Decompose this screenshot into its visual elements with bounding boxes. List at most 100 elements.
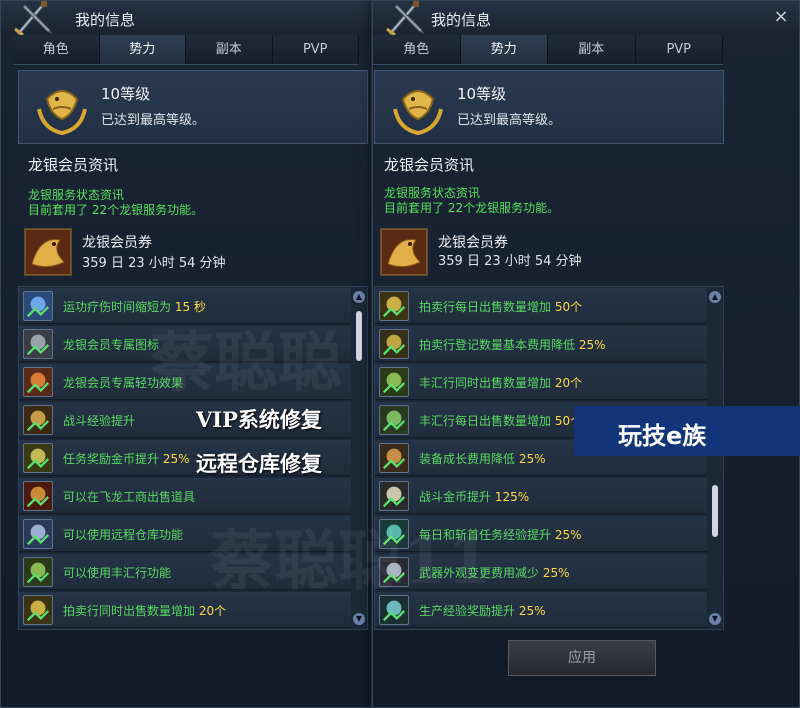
benefit-text: 可以使用丰汇行功能 — [63, 564, 171, 581]
benefit-text: 丰汇行每日出售数量增加 50个 — [419, 412, 582, 429]
level-title-right: 10等级 — [457, 85, 507, 103]
scroll-thumb-left[interactable] — [356, 311, 362, 361]
watermark-top: 蔡聪聪 — [150, 326, 342, 401]
tab-faction[interactable]: 势力 — [99, 35, 186, 64]
benefit-text: 拍卖行登记数量基本费用降低 25% — [419, 336, 606, 353]
tab-pvp[interactable]: PVP — [635, 35, 723, 64]
vip-heading-right: 龙银会员资讯 — [384, 156, 475, 174]
benefit-label: 任务奖励金币提升 — [63, 452, 163, 466]
vip-status-line1-right: 龙银服务状态资讯 — [384, 186, 481, 200]
scroll-down-arrow-icon[interactable]: ▼ — [353, 613, 365, 625]
watermark-bottom: 蔡聪聪11 — [210, 524, 492, 599]
overlay-caption-warehouse: 远程仓库修复 — [196, 451, 322, 476]
window-title: 我的信息 — [75, 11, 136, 29]
level-box-left: 10等级 已达到最高等级。 — [18, 70, 368, 144]
benefit-label: 装备成长费用降低 — [419, 452, 519, 466]
benefit-text: 可以使用远程仓库功能 — [63, 526, 183, 543]
benefit-text: 可以在飞龙工商出售道具 — [63, 488, 195, 505]
qinggong-icon — [23, 367, 53, 397]
coupon-name-left: 龙银会员券 — [82, 235, 152, 251]
level-title: 10等级 — [101, 85, 151, 103]
benefit-row: 战斗金币提升 125% — [375, 478, 707, 514]
vip-status-line2-right: 目前套用了 22个龙银服务功能。 — [384, 201, 560, 215]
tab-character[interactable]: 角色 — [13, 35, 100, 64]
coupon-name-right: 龙银会员券 — [438, 235, 508, 251]
overlay-caption-vip: VIP系统修复 — [196, 407, 322, 432]
exp-icon — [23, 405, 53, 435]
benefit-value: 25% — [554, 528, 582, 542]
tab-faction[interactable]: 势力 — [460, 35, 548, 64]
benefit-label: 拍卖行登记数量基本费用降低 — [419, 338, 579, 352]
gold-icon — [23, 443, 53, 473]
level-subtitle-right: 已达到最高等级。 — [457, 113, 562, 128]
benefit-text: 拍卖行同时出售数量增加 20个 — [63, 602, 226, 619]
merchant-icon — [23, 557, 53, 587]
scroll-thumb-right[interactable] — [712, 485, 718, 537]
benefit-label: 拍卖行每日出售数量增加 — [419, 300, 555, 314]
tab-bar: 角色 势力 副本 PVP — [13, 35, 359, 65]
scroll-up-arrow-icon[interactable]: ▲ — [709, 291, 721, 303]
benefit-text: 任务奖励金币提升 25% — [63, 450, 190, 467]
member-badge-icon — [23, 329, 53, 359]
benefit-label: 丰汇行每日出售数量增加 — [419, 414, 555, 428]
tab-character[interactable]: 角色 — [373, 35, 461, 64]
benefit-label: 可以在飞龙工商出售道具 — [63, 490, 196, 504]
benefit-value: 25% — [578, 338, 606, 352]
auction-icon — [23, 595, 53, 625]
benefit-value: 25% — [518, 452, 546, 466]
crossed-swords-icon — [14, 1, 53, 37]
growth-icon — [379, 443, 409, 473]
benefit-value: 50个 — [554, 300, 583, 314]
dragon-merchant-icon — [23, 481, 53, 511]
benefit-label: 拍卖行同时出售数量增加 — [63, 604, 199, 618]
vip-coupon-icon — [24, 228, 72, 276]
tab-dungeon[interactable]: 副本 — [186, 35, 273, 64]
benefit-row: 丰汇行同时出售数量增加 20个 — [375, 364, 707, 400]
benefit-label: 生产经验奖励提升 — [419, 604, 519, 618]
vip-status-line2-left: 目前套用了 22个龙银服务功能。 — [28, 203, 204, 217]
level-box-right: 10等级 已达到最高等级。 — [374, 70, 724, 144]
level-subtitle: 已达到最高等级。 — [101, 113, 206, 128]
benefit-text: 生产经验奖励提升 25% — [419, 602, 546, 619]
benefit-text: 拍卖行每日出售数量增加 50个 — [419, 298, 582, 315]
scroll-up-arrow-icon[interactable]: ▲ — [353, 291, 365, 303]
benefit-label: 龙银会员专属图标 — [63, 338, 160, 352]
coupon-time-left: 359 日 23 小时 54 分钟 — [82, 256, 226, 271]
apply-button[interactable]: 应用 — [508, 640, 656, 676]
benefit-value: 25% — [162, 452, 190, 466]
close-icon[interactable]: × — [773, 8, 789, 26]
benefit-text: 龙银会员专属图标 — [63, 336, 159, 353]
benefit-text: 战斗经验提升 — [63, 412, 135, 429]
vip-heading-left: 龙银会员资讯 — [28, 156, 119, 174]
brand-banner: 玩技e族 — [574, 406, 800, 456]
golden-dragon-emblem-icon — [37, 90, 87, 136]
benefit-label: 可以使用远程仓库功能 — [63, 528, 184, 542]
scroll-down-arrow-icon[interactable]: ▼ — [709, 613, 721, 625]
golden-dragon-emblem-icon — [393, 90, 443, 136]
brand-logo-text: 玩技e族 — [618, 422, 707, 450]
benefit-value: 25% — [518, 604, 546, 618]
benefit-row: 可以在飞龙工商出售道具 — [19, 478, 351, 514]
benefit-value: 25% — [542, 566, 570, 580]
benefit-value: 20个 — [554, 376, 583, 390]
scrollbar-right[interactable]: ▲ ▼ — [709, 289, 721, 627]
vip-coupon-icon — [380, 228, 428, 276]
benefit-text: 丰汇行同时出售数量增加 20个 — [419, 374, 582, 391]
coupon-time-right: 359 日 23 小时 54 分钟 — [438, 254, 582, 269]
benefit-row: 拍卖行登记数量基本费用降低 25% — [375, 326, 707, 362]
benefit-label: 可以使用丰汇行功能 — [63, 566, 172, 580]
crossed-swords-icon — [386, 1, 425, 37]
combat-gold-icon — [379, 481, 409, 511]
benefit-label: 丰汇行同时出售数量增加 — [419, 376, 555, 390]
tab-dungeon[interactable]: 副本 — [548, 35, 636, 64]
benefit-text: 装备成长费用降低 25% — [419, 450, 546, 467]
merchant-daily-icon — [379, 405, 409, 435]
titlebar[interactable]: 我的信息 — [1, 1, 371, 37]
tab-pvp[interactable]: PVP — [272, 35, 359, 64]
titlebar-right[interactable]: 我的信息 × — [373, 1, 799, 37]
benefit-label: 战斗经验提升 — [63, 414, 136, 428]
vip-status-line1-left: 龙银服务状态资讯 — [28, 188, 125, 202]
benefit-label: 战斗金币提升 — [419, 490, 495, 504]
benefit-value: 125% — [494, 490, 530, 504]
benefit-row: 拍卖行每日出售数量增加 50个 — [375, 288, 707, 324]
